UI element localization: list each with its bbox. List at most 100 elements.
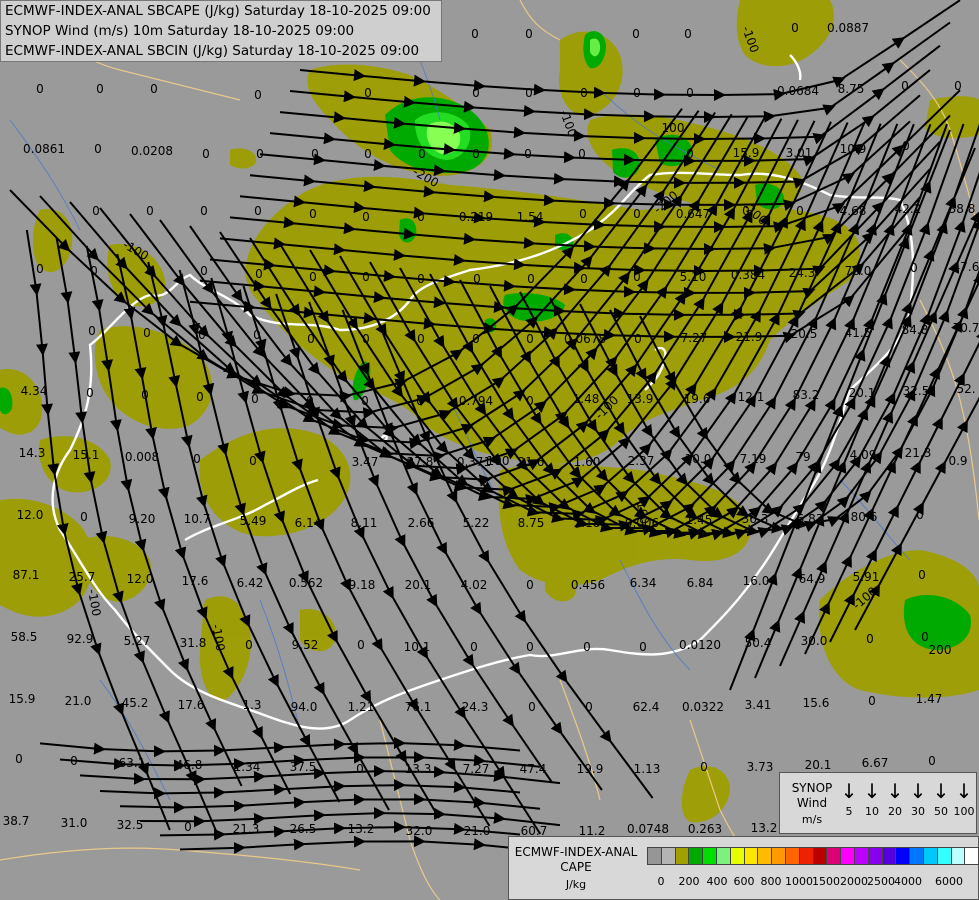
station-value: 0 <box>362 210 370 224</box>
station-value: 2.66 <box>408 516 435 530</box>
station-value: 0 <box>639 640 647 654</box>
wind-arrow-icon: ↓ <box>909 779 927 803</box>
synop-legend-cell: ↓ 30 <box>907 777 929 818</box>
station-value: 10.9 <box>840 142 867 156</box>
station-value: 6.42 <box>237 576 264 590</box>
station-value: 0 <box>361 394 369 408</box>
station-value: 0 <box>200 204 208 218</box>
station-value: 21.0 <box>464 824 491 838</box>
station-value: 32.5 <box>903 384 930 398</box>
station-value: 200 <box>929 643 952 657</box>
station-value: 13.9 <box>627 392 654 406</box>
synop-legend-title: SYNOP Wind <box>784 781 840 811</box>
station-value: 0 <box>80 510 88 524</box>
station-value: 32.0 <box>406 824 433 838</box>
station-value: 9.18 <box>349 578 376 592</box>
station-value: 0 <box>684 27 692 41</box>
synop-legend-speed: 30 <box>911 805 925 818</box>
station-value: 16.0 <box>743 574 770 588</box>
station-value: 0 <box>309 207 317 221</box>
station-value: 13.2 <box>348 822 375 836</box>
station-value: 0 <box>306 394 314 408</box>
station-value: 1.21 <box>348 700 375 714</box>
station-value: 0 <box>357 638 365 652</box>
station-value: 0 <box>311 147 319 161</box>
station-value: 10.0 <box>685 452 712 466</box>
station-value: 0 <box>86 386 94 400</box>
cape-legend-tick: 0 <box>657 875 665 888</box>
cape-legend-title-1: ECMWF-INDEX-ANAL <box>514 845 638 859</box>
station-value: 0.0748 <box>627 822 669 836</box>
station-value: 6.84 <box>687 576 714 590</box>
station-value: 0 <box>256 147 264 161</box>
station-value: 0 <box>686 86 694 100</box>
station-value: 13.2 <box>751 821 778 835</box>
station-value: 0 <box>472 332 480 346</box>
station-value: 6.34 <box>630 576 657 590</box>
cape-legend-swatch <box>798 847 814 865</box>
cape-legend-swatch <box>854 847 869 865</box>
station-value: 3.47 <box>352 455 379 469</box>
station-value: 0 <box>585 700 593 714</box>
cape-legend-unit: J/kg <box>565 878 587 891</box>
station-value: 0 <box>249 454 257 468</box>
station-value: 1.60 <box>574 455 601 469</box>
station-value: 0 <box>578 147 586 161</box>
station-value: 20.1 <box>849 386 876 400</box>
station-value: 4.09 <box>850 448 877 462</box>
wind-arrow-icon: ↓ <box>955 779 973 803</box>
station-value: 94.0 <box>291 700 318 714</box>
station-value: 15.9 <box>733 146 760 160</box>
station-value: 0.0322 <box>682 700 724 714</box>
cape-legend-swatch <box>923 847 938 865</box>
station-value: 1.48 <box>573 392 600 406</box>
station-value: 25.7 <box>69 570 96 584</box>
synop-legend-cell: ↓ 5 <box>838 777 860 818</box>
station-value: 92.9 <box>67 632 94 646</box>
station-value: 0 <box>866 632 874 646</box>
station-value: 27.8 <box>407 455 434 469</box>
station-value: 3.41 <box>745 698 772 712</box>
station-value: 0 <box>254 88 262 102</box>
station-value: 45.2 <box>122 696 149 710</box>
cape-legend-swatch <box>867 847 883 865</box>
station-value: 3.73 <box>747 760 774 774</box>
station-value: 0 <box>633 207 641 221</box>
station-value: 0.647 <box>676 207 710 221</box>
station-value: 0 <box>580 86 588 100</box>
station-value: 0 <box>472 147 480 161</box>
station-value: 80.6 <box>851 510 878 524</box>
station-value: 4.34 <box>21 384 48 398</box>
synop-legend-unit: m/s <box>801 813 823 826</box>
station-value: 5.27 <box>124 634 151 648</box>
station-value: 9.20 <box>129 512 156 526</box>
station-value: 0 <box>742 204 750 218</box>
cape-legend-swatch <box>909 847 924 865</box>
station-value: 17.6 <box>178 698 205 712</box>
station-value: 0 <box>525 86 533 100</box>
cape-legend-tick: 1000 <box>785 875 813 888</box>
station-value: 21.6 <box>518 455 545 469</box>
cape-legend-swatch <box>881 847 897 865</box>
station-value: 0.0678 <box>564 332 606 346</box>
station-value: 0 <box>70 754 78 768</box>
station-value: 0 <box>633 270 641 284</box>
station-value: 1.47 <box>916 692 943 706</box>
wind-arrow-icon: ↓ <box>886 779 904 803</box>
station-value: 0 <box>928 754 936 768</box>
synop-legend-speed: 5 <box>845 805 853 818</box>
cape-legend-swatch <box>785 847 800 865</box>
cape-legend-swatch <box>757 847 773 865</box>
station-value: 52. <box>956 382 975 396</box>
cape-legend-tick: 800 <box>760 875 782 888</box>
station-value: 41.5 <box>845 326 872 340</box>
cape-legend-swatch <box>729 847 745 865</box>
cape-legend-swatch <box>964 847 979 865</box>
station-value: 0.263 <box>688 822 722 836</box>
station-value: 83.2 <box>793 388 820 402</box>
station-value: 0 <box>796 204 804 218</box>
station-value: 0 <box>141 388 149 402</box>
station-value: 17.6 <box>182 574 209 588</box>
station-value: 20.5 <box>791 327 818 341</box>
station-value: 31.8 <box>180 636 207 650</box>
